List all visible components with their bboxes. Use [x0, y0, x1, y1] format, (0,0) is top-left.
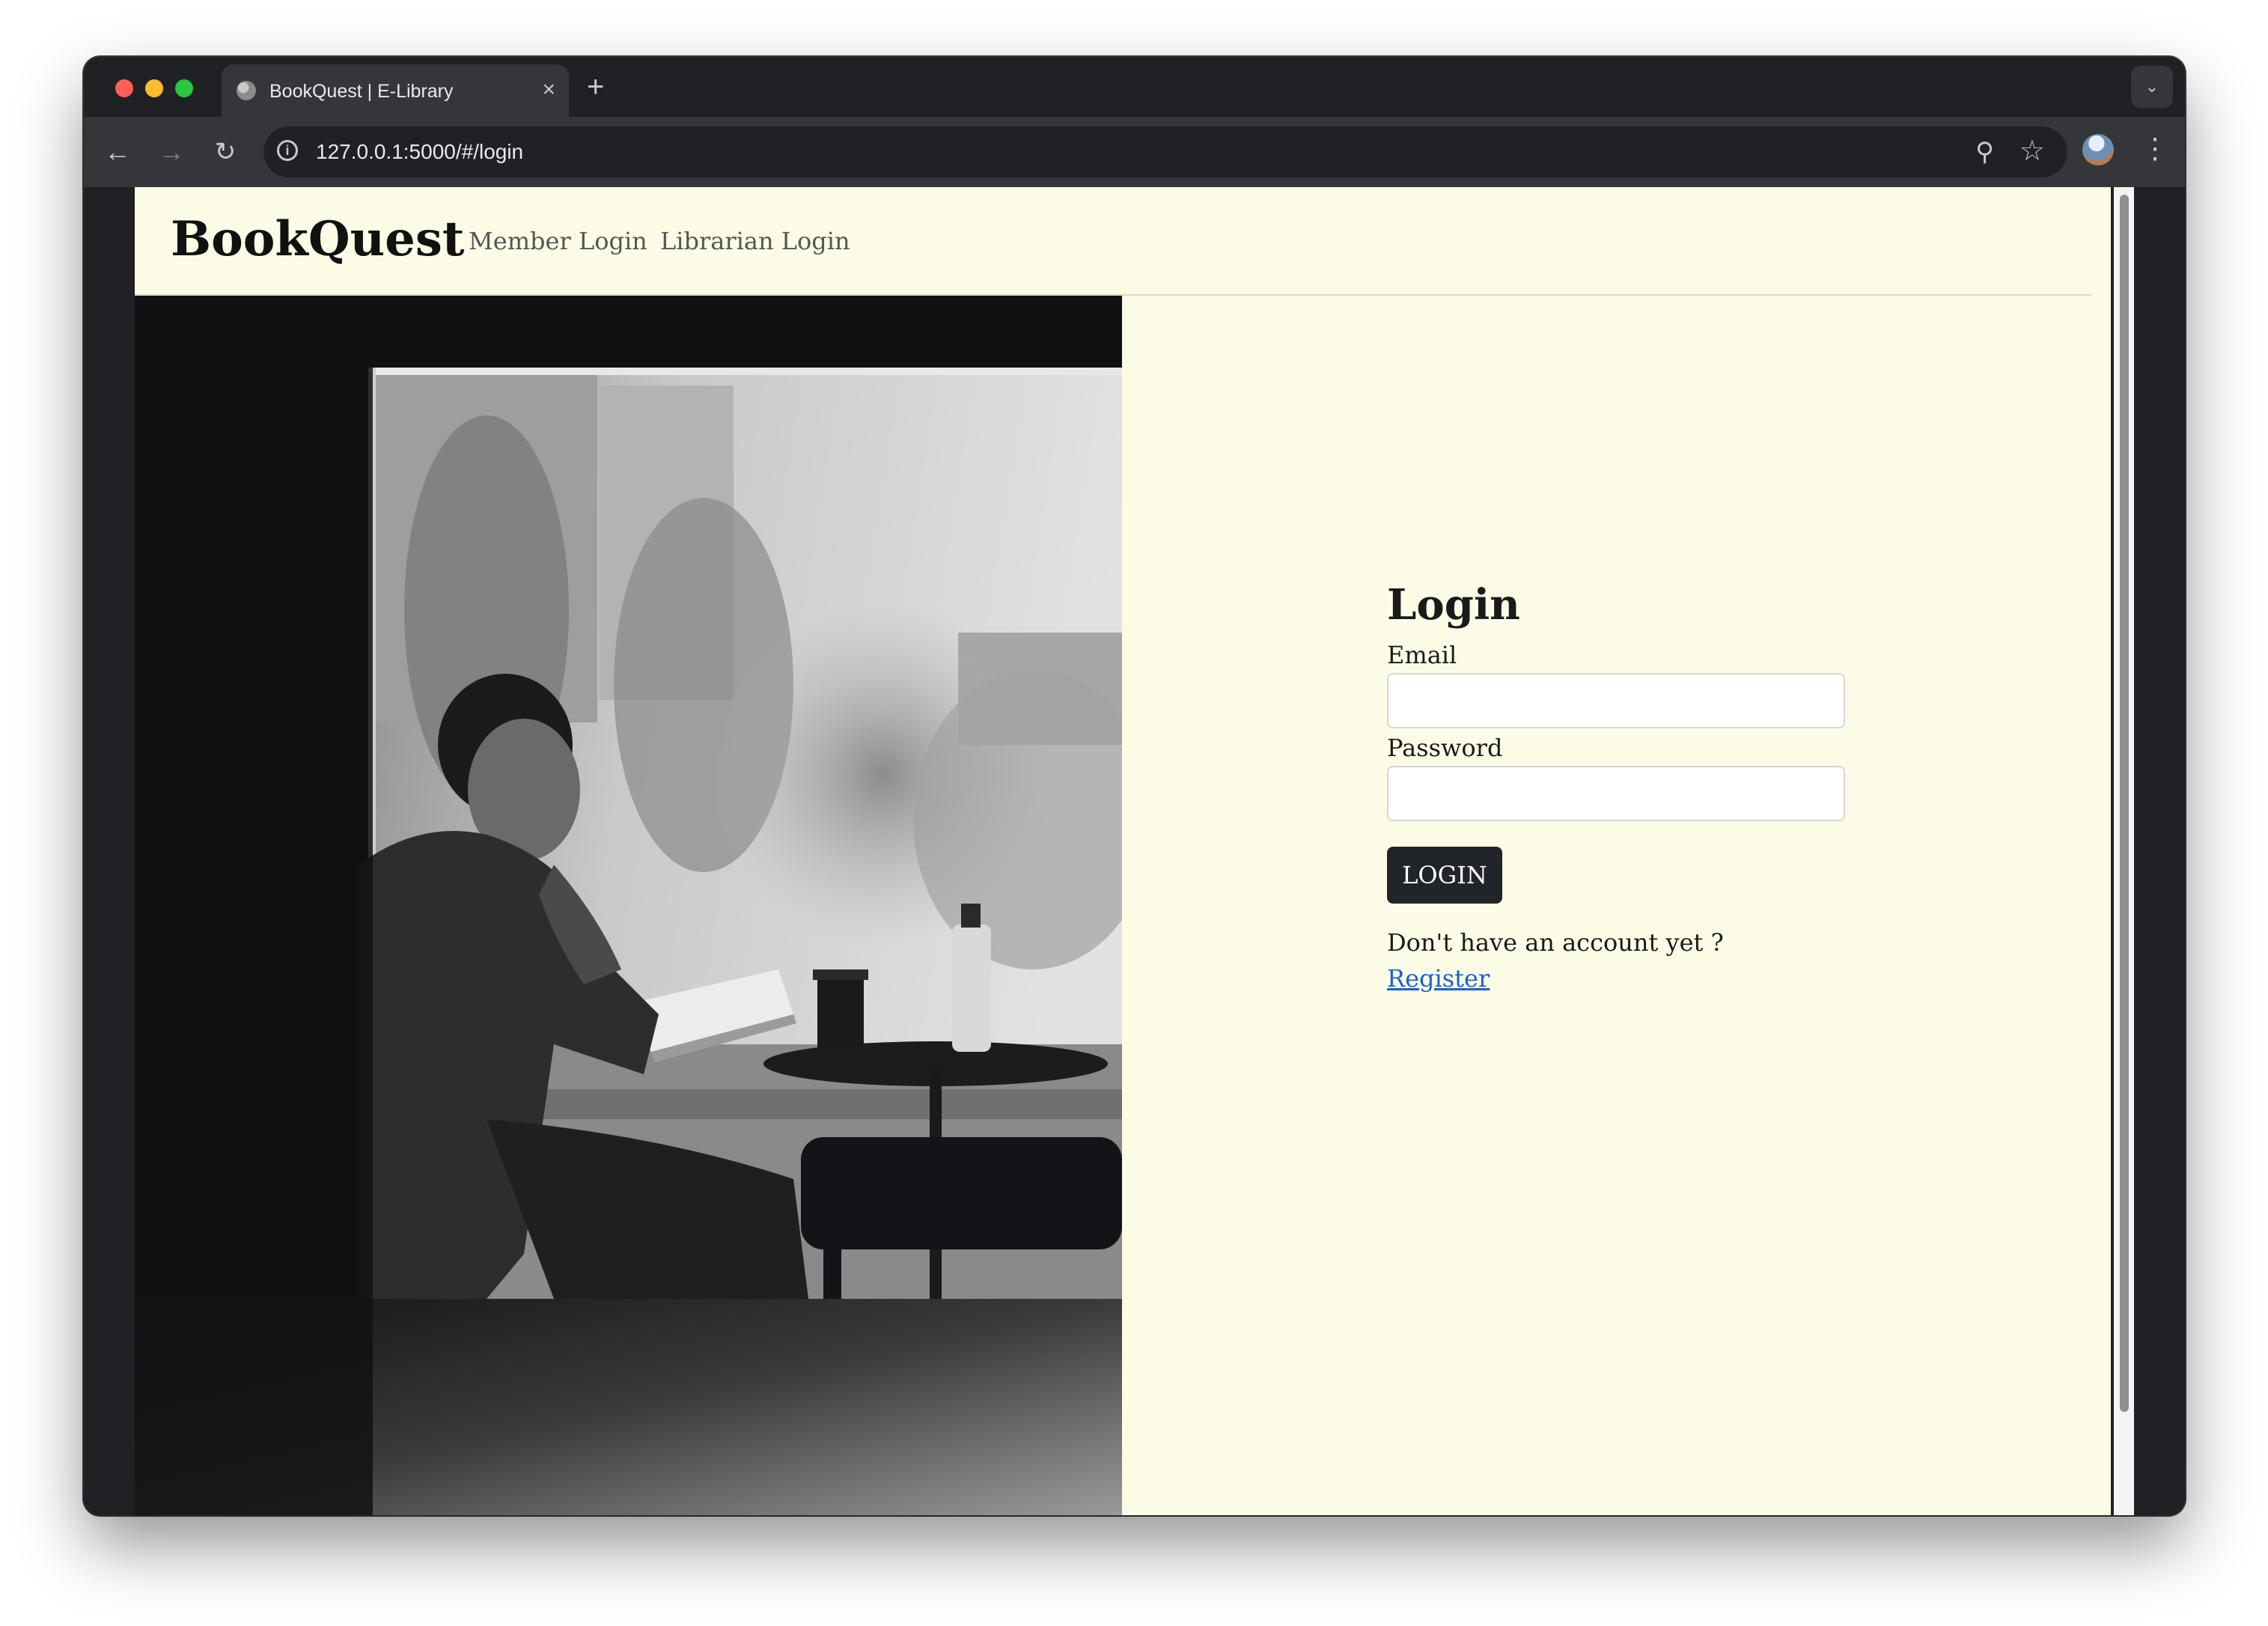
- close-window-button[interactable]: [115, 79, 133, 97]
- new-tab-button[interactable]: +: [587, 72, 604, 102]
- brand-logo[interactable]: BookQuest: [171, 210, 464, 270]
- profile-avatar[interactable]: [2082, 134, 2114, 165]
- address-bar[interactable]: i 127.0.0.1:5000/#/login ⚲ ☆: [263, 127, 2067, 177]
- reload-icon[interactable]: ↻: [207, 133, 244, 171]
- page-viewport: BookQuest Member Login Librarian Login L…: [135, 187, 2165, 1515]
- maximize-window-button[interactable]: [175, 79, 193, 97]
- password-label: Password: [1387, 734, 1503, 762]
- info-icon[interactable]: i: [277, 140, 298, 161]
- password-field[interactable]: [1387, 766, 1845, 821]
- kebab-menu-icon[interactable]: ⋮: [2141, 130, 2169, 168]
- register-prompt: Don't have an account yet ?: [1387, 928, 1724, 957]
- register-link[interactable]: Register: [1387, 963, 1490, 993]
- key-icon[interactable]: ⚲: [1975, 137, 1994, 167]
- login-title: Login: [1387, 580, 1520, 630]
- globe-icon: [237, 81, 256, 100]
- url-text[interactable]: 127.0.0.1:5000/#/login: [316, 140, 523, 164]
- minimize-window-button[interactable]: [145, 79, 163, 97]
- tab-close-icon[interactable]: ×: [542, 76, 555, 103]
- star-icon[interactable]: ☆: [2019, 136, 2045, 167]
- chevron-down-icon[interactable]: ⌄: [2131, 66, 2173, 108]
- reading-man-photo: [135, 296, 1122, 1515]
- vertical-scrollbar[interactable]: [2114, 187, 2134, 1515]
- browser-toolbar: ← → ↻ i 127.0.0.1:5000/#/login ⚲ ☆ ⋮: [84, 117, 2185, 187]
- page: BookQuest Member Login Librarian Login L…: [135, 187, 2111, 1515]
- nav-link-librarian-login[interactable]: Librarian Login: [660, 226, 850, 256]
- tab-title: BookQuest | E-Library: [269, 81, 454, 102]
- nav-link-member-login[interactable]: Member Login: [469, 226, 647, 256]
- login-button[interactable]: LOGIN: [1387, 847, 1502, 904]
- email-label: Email: [1387, 641, 1457, 669]
- email-field[interactable]: [1387, 673, 1845, 728]
- forward-arrow-icon[interactable]: →: [153, 133, 190, 171]
- browser-tab-active[interactable]: BookQuest | E-Library ×: [222, 64, 569, 117]
- back-arrow-icon[interactable]: ←: [99, 133, 136, 171]
- tab-strip: BookQuest | E-Library × + ⌄: [84, 57, 2185, 117]
- scrollbar-thumb[interactable]: [2120, 195, 2129, 1412]
- site-navbar: BookQuest Member Login Librarian Login: [135, 187, 2091, 296]
- browser-window: BookQuest | E-Library × + ⌄ ← → ↻ i 127.…: [84, 57, 2185, 1515]
